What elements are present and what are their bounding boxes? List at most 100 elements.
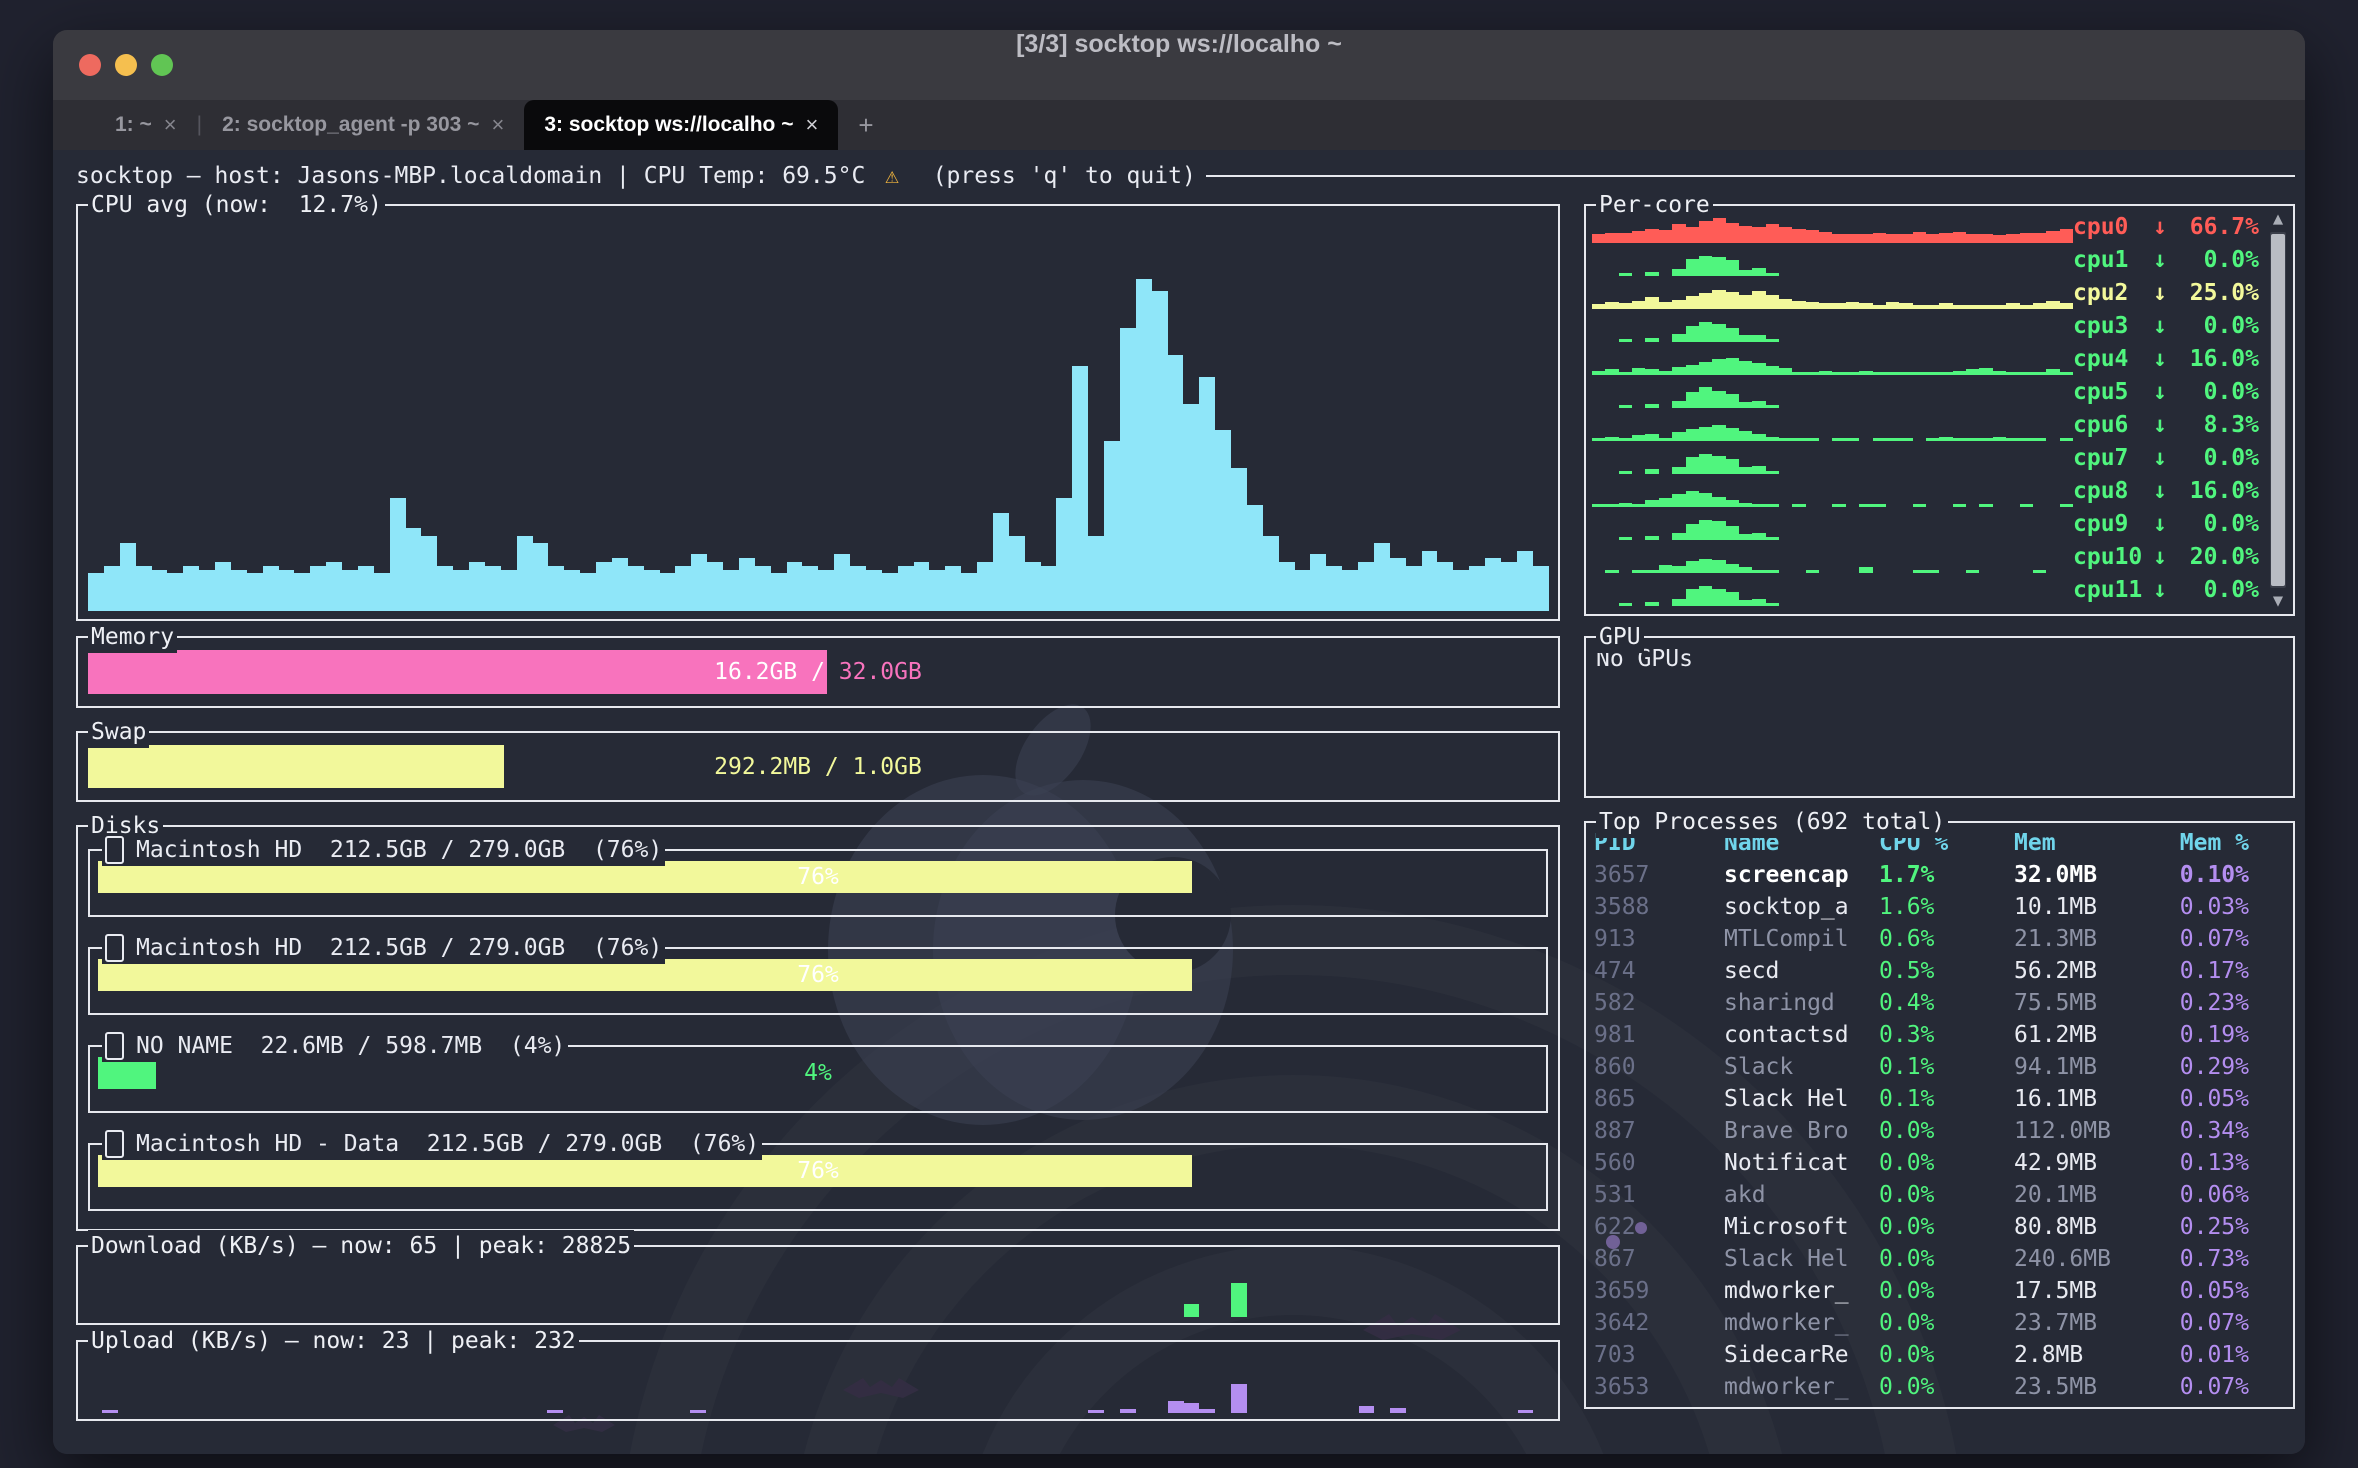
sparkline-bar [1752,599,1765,606]
cpu-history-bar [406,528,422,611]
upload-bar [547,1410,563,1413]
cpu-history-bar [1183,404,1199,611]
sparkline-bar [1806,570,1819,573]
process-row[interactable]: 582sharingd0.4%75.5MB0.23% [1594,987,2283,1019]
tab-close-icon[interactable]: × [805,112,818,138]
process-pid: 3659 [1594,1275,1724,1307]
process-row[interactable]: 913MTLCompil0.6%21.3MB0.07% [1594,923,2283,955]
sparkline-bar [1659,565,1672,573]
process-row[interactable]: 867Slack Hel0.0%240.6MB0.73% [1594,1243,2283,1275]
disk-item-title: NO NAME 22.6MB / 598.7MB (4%) [102,1030,568,1062]
scrollbar-track[interactable] [2270,232,2286,588]
process-row[interactable]: 622Microsoft0.0%80.8MB0.25% [1594,1211,2283,1243]
process-pid: 3588 [1594,891,1724,923]
process-pid: 3653 [1594,1371,1724,1403]
process-pid: 474 [1594,955,1724,987]
core-name: cpu10 [2073,542,2143,573]
per-core-scrollbar[interactable]: ▲ ▼ [2265,206,2291,614]
sparkline-bar [1819,371,1832,376]
process-row[interactable]: 981contactsd0.3%61.2MB0.19% [1594,1019,2283,1051]
sparkline-bar [1766,570,1779,573]
process-row[interactable]: 860Slack0.1%94.1MB0.29% [1594,1051,2283,1083]
process-row[interactable]: 3659mdworker_0.0%17.5MB0.05% [1594,1275,2283,1307]
process-row[interactable]: 865Slack Hel0.1%16.1MB0.05% [1594,1083,2283,1115]
sparkline-bar [1672,533,1685,540]
cpu-history-bar [1437,562,1453,611]
process-row[interactable]: 531akd0.0%20.1MB0.06% [1594,1179,2283,1211]
sparkline-bar [1712,359,1725,375]
sparkline-bar [1645,570,1658,573]
sparkline-bar [1752,291,1765,309]
process-row[interactable]: 887Brave Bro0.0%112.0MB0.34% [1594,1115,2283,1147]
down-arrow-icon: ↓ [2143,542,2177,573]
sparkline-bar [1632,570,1645,573]
minimize-window-button[interactable] [115,54,137,76]
disks-panel: Disks Macintosh HD 212.5GB / 279.0GB (76… [76,825,1560,1231]
cpu-history-bar [1247,505,1263,611]
new-tab-button[interactable]: + [858,110,873,141]
cpu-history-bar [1215,430,1231,611]
cpu-history-bar [1295,570,1311,611]
process-row[interactable]: 3653mdworker_0.0%23.5MB0.07% [1594,1371,2283,1403]
scrollbar-thumb[interactable] [2271,234,2285,586]
sparkline-bar [1779,227,1792,243]
core-load-value: 0.0% [2177,245,2259,276]
cpu-history-bar [1088,536,1104,611]
tab-close-icon[interactable]: × [164,112,177,138]
sparkline-bar [1792,504,1805,507]
close-window-button[interactable] [79,54,101,76]
sparkline-bar [1726,292,1739,309]
sparkline-bar [1779,438,1792,441]
sparkline-bar [2020,504,2033,507]
process-row[interactable]: 3588socktop_a1.6%10.1MB0.03% [1594,891,2283,923]
sparkline-bar [1659,302,1672,309]
per-core-rows: cpu0↓66.7%cpu1↓0.0%cpu2↓25.0%cpu3↓0.0%cp… [1592,210,2259,612]
per-core-label: cpu1↓0.0% [2073,245,2259,276]
sparkline-bar [1699,559,1712,573]
process-row[interactable]: 560Notificat0.0%42.9MB0.13% [1594,1147,2283,1179]
upload-bar [102,1410,118,1413]
per-core-sparkline [1592,411,2073,441]
down-arrow-icon: ↓ [2143,377,2177,408]
sparkline-bar [2033,303,2046,309]
tab-3[interactable]: 3: socktop ws://localho ~× [524,100,838,150]
core-name: cpu8 [2073,476,2143,507]
process-row[interactable]: 474secd0.5%56.2MB0.17% [1594,955,2283,987]
sparkline-bar [1806,302,1819,309]
sparkline-bar [1699,256,1712,276]
sparkline-bar [1966,570,1979,573]
sparkline-bar [1632,301,1645,309]
sparkline-bar [1819,303,1832,309]
process-row[interactable]: 3642mdworker_0.0%23.7MB0.07% [1594,1307,2283,1339]
core-load-value: 25.0% [2177,278,2259,309]
sparkline-bar [1686,259,1699,276]
zoom-window-button[interactable] [151,54,173,76]
cpu-history-bar [437,566,453,611]
tab-close-icon[interactable]: × [491,112,504,138]
tab-1[interactable]: 1: ~× [95,100,197,150]
sparkline-bar [1939,303,1952,309]
memory-total-value: 32.0GB [825,659,922,685]
upload-panel: Upload (KB/s) — now: 23 | peak: 232 [76,1340,1560,1421]
process-name: screencap [1724,859,1879,891]
process-name: socktop_a [1724,891,1879,923]
scroll-up-icon[interactable]: ▲ [2273,206,2283,232]
sparkline-bar [1926,438,1939,441]
sparkline-bar [1979,234,1992,243]
sparkline-bar [1699,362,1712,375]
sparkline-bar [1993,305,2006,310]
cpu-history-bar [723,570,739,611]
process-name: mdworker_ [1724,1307,1879,1339]
core-load-value: 0.0% [2177,443,2259,474]
process-row[interactable]: 703SidecarRe0.0%2.8MB0.01% [1594,1339,2283,1371]
tab-2[interactable]: 2: socktop_agent -p 303 ~× [202,100,524,150]
process-pid: 865 [1594,1083,1724,1115]
process-mem-pct: 0.13% [2154,1147,2283,1179]
sparkline-bar [1859,567,1872,573]
process-row[interactable]: 3657screencap1.7%32.0MB0.10% [1594,859,2283,891]
cpu-history-bar [818,570,834,611]
core-load-value: 0.0% [2177,377,2259,408]
scroll-down-icon[interactable]: ▼ [2273,588,2283,614]
sparkline-bar [1619,471,1632,474]
process-mem: 112.0MB [2014,1115,2154,1147]
